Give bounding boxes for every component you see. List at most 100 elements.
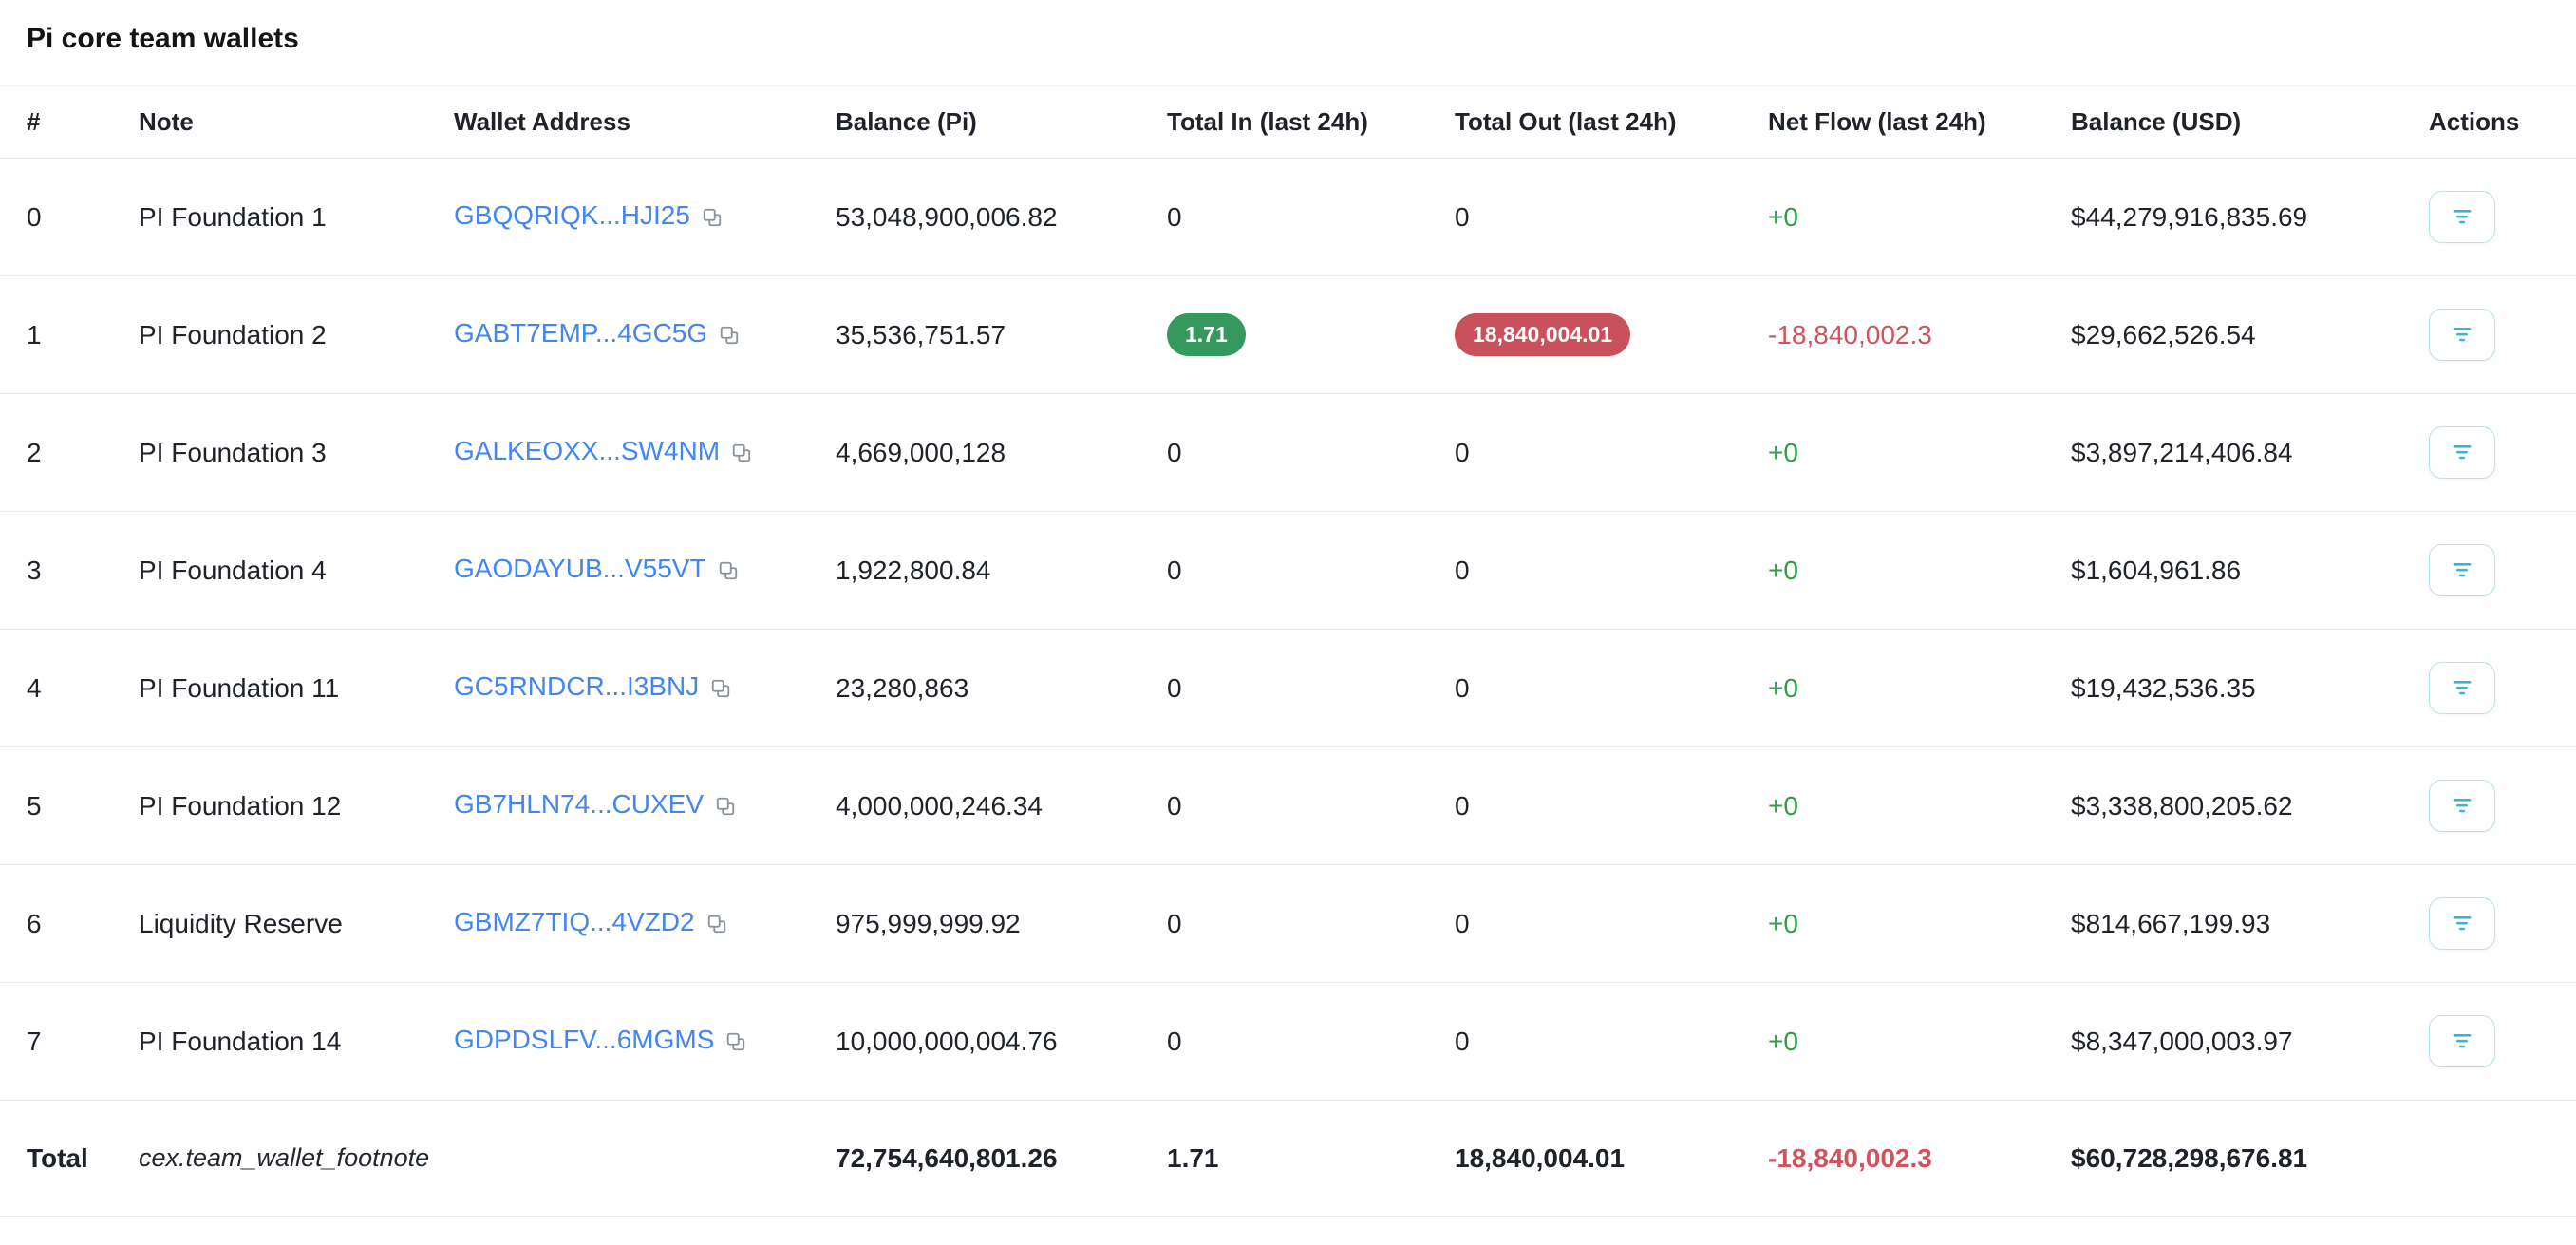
wallet-note: PI Foundation 12 bbox=[139, 747, 454, 865]
net-flow-cell: +0 bbox=[1768, 512, 2071, 630]
wallet-note: PI Foundation 4 bbox=[139, 512, 454, 630]
balance-pi: 4,000,000,246.34 bbox=[836, 747, 1167, 865]
total-balance-usd: $60,728,298,676.81 bbox=[2071, 1101, 2429, 1217]
column-header-actions: Actions bbox=[2429, 86, 2576, 159]
wallet-address-link[interactable]: GBMZ7TIQ...4VZD2 bbox=[454, 907, 695, 936]
total-out-cell: 0 bbox=[1455, 747, 1768, 865]
wallet-address-link[interactable]: GABT7EMP...4GC5G bbox=[454, 318, 707, 348]
table-row: 2PI Foundation 3GALKEOXX...SW4NM4,669,00… bbox=[0, 394, 2576, 512]
net-flow-value: -18,840,002.3 bbox=[1768, 320, 1932, 349]
actions-filter-button[interactable] bbox=[2429, 544, 2495, 596]
wallet-note: PI Foundation 14 bbox=[139, 983, 454, 1101]
table-row: 7PI Foundation 14GDPDSLFV...6MGMS10,000,… bbox=[0, 983, 2576, 1101]
total-in-cell: 0 bbox=[1167, 747, 1455, 865]
balance-usd: $3,338,800,205.62 bbox=[2071, 747, 2429, 865]
net-flow-cell: +0 bbox=[1768, 159, 2071, 276]
total-out-cell: 0 bbox=[1455, 394, 1768, 512]
total-out-value: 0 bbox=[1455, 438, 1470, 467]
actions-filter-button[interactable] bbox=[2429, 426, 2495, 479]
actions-filter-button[interactable] bbox=[2429, 897, 2495, 950]
wallet-note: PI Foundation 3 bbox=[139, 394, 454, 512]
actions-cell bbox=[2429, 512, 2576, 630]
column-header-total-in: Total In (last 24h) bbox=[1167, 86, 1455, 159]
wallet-note: PI Foundation 1 bbox=[139, 159, 454, 276]
actions-filter-button[interactable] bbox=[2429, 780, 2495, 832]
wallet-address-link[interactable]: GAODAYUB...V55VT bbox=[454, 554, 706, 583]
copy-icon[interactable] bbox=[718, 557, 739, 588]
total-row: Total cex.team_wallet_footnote 72,754,64… bbox=[0, 1101, 2576, 1217]
wallet-note: Liquidity Reserve bbox=[139, 865, 454, 983]
wallet-address-cell: GBMZ7TIQ...4VZD2 bbox=[454, 865, 836, 983]
column-header-balance-pi: Balance (Pi) bbox=[836, 86, 1167, 159]
wallets-table: # Note Wallet Address Balance (Pi) Total… bbox=[0, 85, 2576, 1217]
total-in-value: 0 bbox=[1167, 791, 1182, 821]
total-in-cell: 0 bbox=[1167, 512, 1455, 630]
balance-usd: $29,662,526.54 bbox=[2071, 276, 2429, 394]
total-label: Total bbox=[0, 1101, 139, 1217]
net-flow-value: +0 bbox=[1768, 1027, 1798, 1056]
copy-icon[interactable] bbox=[706, 911, 727, 941]
total-in-cell: 0 bbox=[1167, 983, 1455, 1101]
actions-filter-button[interactable] bbox=[2429, 309, 2495, 361]
copy-icon[interactable] bbox=[702, 204, 723, 235]
column-header-net-flow: Net Flow (last 24h) bbox=[1768, 86, 2071, 159]
row-index: 0 bbox=[0, 159, 139, 276]
net-flow-value: +0 bbox=[1768, 909, 1798, 938]
wallet-address-cell: GAODAYUB...V55VT bbox=[454, 512, 836, 630]
balance-usd: $1,604,961.86 bbox=[2071, 512, 2429, 630]
wallet-address-link[interactable]: GC5RNDCR...I3BNJ bbox=[454, 671, 699, 701]
column-header-balance-usd: Balance (USD) bbox=[2071, 86, 2429, 159]
wallet-address-link[interactable]: GB7HLN74...CUXEV bbox=[454, 789, 704, 819]
net-flow-cell: +0 bbox=[1768, 394, 2071, 512]
column-header-total-out: Total Out (last 24h) bbox=[1455, 86, 1768, 159]
total-balance-pi: 72,754,640,801.26 bbox=[836, 1101, 1167, 1217]
net-flow-cell: -18,840,002.3 bbox=[1768, 276, 2071, 394]
actions-cell bbox=[2429, 159, 2576, 276]
actions-filter-button[interactable] bbox=[2429, 1015, 2495, 1067]
total-actions-empty bbox=[2429, 1101, 2576, 1217]
total-out-cell: 0 bbox=[1455, 512, 1768, 630]
actions-cell bbox=[2429, 747, 2576, 865]
net-flow-value: +0 bbox=[1768, 556, 1798, 585]
actions-filter-button[interactable] bbox=[2429, 191, 2495, 243]
total-net-flow: -18,840,002.3 bbox=[1768, 1101, 2071, 1217]
total-out-value: 0 bbox=[1455, 1027, 1470, 1056]
row-index: 2 bbox=[0, 394, 139, 512]
copy-icon[interactable] bbox=[719, 322, 740, 352]
actions-cell bbox=[2429, 983, 2576, 1101]
total-in-value: 0 bbox=[1167, 202, 1182, 232]
actions-filter-button[interactable] bbox=[2429, 662, 2495, 714]
wallet-address-cell: GALKEOXX...SW4NM bbox=[454, 394, 836, 512]
row-index: 6 bbox=[0, 865, 139, 983]
total-in: 1.71 bbox=[1167, 1101, 1455, 1217]
total-in-value: 0 bbox=[1167, 438, 1182, 467]
total-wallet-empty bbox=[454, 1101, 836, 1217]
wallet-address-link[interactable]: GDPDSLFV...6MGMS bbox=[454, 1025, 714, 1054]
total-out-cell: 0 bbox=[1455, 865, 1768, 983]
wallet-address-cell: GC5RNDCR...I3BNJ bbox=[454, 630, 836, 747]
total-footnote: cex.team_wallet_footnote bbox=[139, 1101, 454, 1217]
wallet-address-link[interactable]: GBQQRIQK...HJI25 bbox=[454, 200, 690, 230]
wallet-address-cell: GABT7EMP...4GC5G bbox=[454, 276, 836, 394]
total-out-cell: 0 bbox=[1455, 630, 1768, 747]
balance-usd: $19,432,536.35 bbox=[2071, 630, 2429, 747]
total-in-cell: 0 bbox=[1167, 630, 1455, 747]
copy-icon[interactable] bbox=[725, 1028, 746, 1059]
net-flow-cell: +0 bbox=[1768, 747, 2071, 865]
row-index: 5 bbox=[0, 747, 139, 865]
wallet-note: PI Foundation 2 bbox=[139, 276, 454, 394]
wallet-address-link[interactable]: GALKEOXX...SW4NM bbox=[454, 436, 720, 465]
copy-icon[interactable] bbox=[715, 793, 736, 823]
column-header-wallet: Wallet Address bbox=[454, 86, 836, 159]
balance-pi: 975,999,999.92 bbox=[836, 865, 1167, 983]
balance-pi: 10,000,000,004.76 bbox=[836, 983, 1167, 1101]
table-row: 4PI Foundation 11GC5RNDCR...I3BNJ23,280,… bbox=[0, 630, 2576, 747]
copy-icon[interactable] bbox=[731, 440, 752, 470]
row-index: 3 bbox=[0, 512, 139, 630]
copy-icon[interactable] bbox=[710, 675, 731, 706]
total-in-cell: 0 bbox=[1167, 865, 1455, 983]
balance-usd: $44,279,916,835.69 bbox=[2071, 159, 2429, 276]
net-flow-value: +0 bbox=[1768, 673, 1798, 703]
wallet-address-cell: GBQQRIQK...HJI25 bbox=[454, 159, 836, 276]
wallet-address-cell: GDPDSLFV...6MGMS bbox=[454, 983, 836, 1101]
